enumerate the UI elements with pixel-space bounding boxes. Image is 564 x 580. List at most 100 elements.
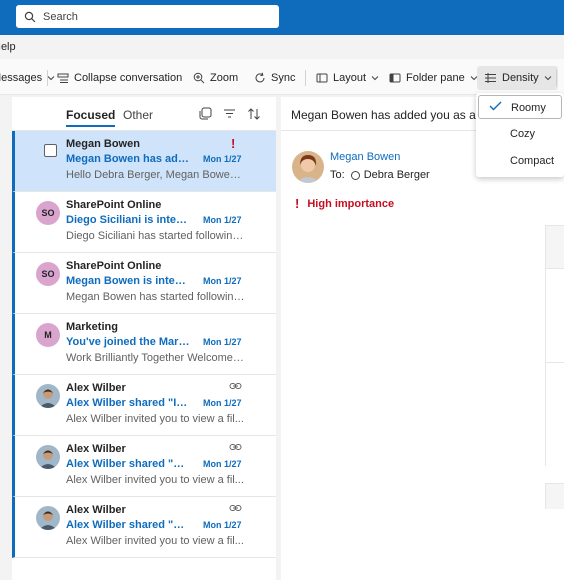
message-subject: Diego Siciliani is interested in you — [66, 214, 190, 226]
density-option-roomy[interactable]: Roomy — [478, 95, 562, 119]
search-box[interactable]: Search — [16, 5, 279, 28]
message-date: Mon 1/27 — [203, 276, 242, 286]
layout-button[interactable]: Layout — [316, 68, 379, 88]
density-menu: Roomy Cozy Compact — [476, 93, 564, 177]
density-label: Density — [502, 72, 539, 84]
layout-icon — [316, 73, 328, 83]
messages-label: Messages — [0, 72, 43, 84]
avatar: SO — [36, 262, 60, 286]
filter-icon[interactable] — [223, 107, 236, 120]
link-icon — [229, 505, 242, 511]
sort-icon[interactable] — [247, 107, 261, 121]
sync-button[interactable]: Sync — [254, 68, 295, 88]
select-icon[interactable] — [199, 107, 212, 120]
avatar — [36, 445, 60, 469]
message-item[interactable]: Alex Wilber Alex Wilber shared "Ad Budge… — [12, 497, 276, 558]
sync-label: Sync — [271, 72, 296, 84]
avatar — [36, 384, 60, 408]
message-sender: Marketing — [66, 321, 118, 333]
recipient-name[interactable]: Debra Berger — [364, 169, 430, 181]
avatar: M — [36, 323, 60, 347]
chevron-down-icon — [371, 76, 379, 81]
checkmark-icon — [489, 101, 502, 111]
message-checkbox[interactable] — [44, 144, 57, 157]
avatar: SO — [36, 201, 60, 225]
message-sender: Alex Wilber — [66, 504, 126, 516]
message-preview: Hello Debra Berger, Megan Bowen i... — [66, 169, 246, 181]
message-date: Mon 1/27 — [203, 215, 242, 225]
message-date: Mon 1/27 — [203, 337, 242, 347]
collapse-icon — [57, 73, 69, 83]
folder-pane-button[interactable]: Folder pane — [389, 68, 478, 88]
importance-label: High importance — [307, 197, 395, 210]
sender-avatar[interactable] — [292, 151, 324, 183]
zoom-label: Zoom — [210, 72, 239, 84]
message-subject: Megan Bowen has added you as a member — [66, 153, 190, 165]
high-importance-icon: ! — [231, 136, 236, 151]
message-preview: Alex Wilber invited you to view a fil... — [66, 413, 244, 425]
message-item[interactable]: Alex Wilber Alex Wilber shared "Incident… — [12, 375, 276, 436]
message-sender: Alex Wilber — [66, 443, 126, 455]
tab-focused[interactable]: Focused — [66, 108, 116, 127]
ribbon-divider — [305, 70, 306, 86]
message-subject: You've joined the Marketing group — [66, 336, 190, 348]
density-option-cozy[interactable]: Cozy — [478, 122, 562, 146]
avatar — [36, 506, 60, 530]
density-option-label: Cozy — [510, 128, 536, 140]
folder-pane-label: Folder pane — [406, 72, 465, 84]
ribbon-divider — [47, 70, 48, 86]
top-bar: Search — [0, 0, 564, 35]
message-subject: Alex Wilber shared "Incident" — [66, 397, 190, 409]
sync-icon — [255, 72, 265, 83]
importance-banner: ! High importance — [295, 196, 394, 211]
message-item[interactable]: SO SharePoint Online Megan Bowen is inte… — [12, 253, 276, 314]
message-sender: Megan Bowen — [66, 138, 140, 150]
message-list-pane: Focused Other Megan Bowen ! Megan Bowen … — [12, 97, 276, 580]
tab-other[interactable]: Other — [123, 108, 153, 122]
message-subject: Megan Bowen is interested in you — [66, 275, 190, 287]
side-strip — [545, 225, 564, 268]
message-preview: Alex Wilber invited you to view a fil... — [66, 535, 244, 547]
link-icon — [229, 444, 242, 450]
side-strip — [545, 268, 564, 362]
message-sender: Alex Wilber — [66, 382, 126, 394]
message-subject: Alex Wilber shared "Ad Budget" — [66, 519, 190, 531]
ribbon-divider — [556, 70, 557, 86]
message-card: Megan Bowen To: Debra Berger ! High impo… — [281, 137, 564, 580]
message-date: Mon 1/27 — [203, 459, 242, 469]
message-item[interactable]: SO SharePoint Online Diego Siciliani is … — [12, 192, 276, 253]
side-strip — [545, 362, 564, 466]
message-date: Mon 1/27 — [203, 398, 242, 408]
message-subject: Alex Wilber shared "Ad Campaign" — [66, 458, 190, 470]
message-date: Mon 1/27 — [203, 154, 242, 164]
message-sender: SharePoint Online — [66, 260, 162, 272]
density-icon — [485, 73, 496, 83]
zoom-icon — [193, 72, 205, 84]
message-item[interactable]: M Marketing You've joined the Marketing … — [12, 314, 276, 375]
density-option-label: Compact — [510, 155, 555, 167]
chevron-down-icon — [544, 76, 552, 81]
collapse-label: Collapse conversation — [74, 72, 183, 84]
high-importance-icon: ! — [295, 196, 300, 211]
search-icon — [24, 11, 36, 22]
menu-bar: Help — [0, 35, 564, 59]
menu-help[interactable]: Help — [0, 41, 16, 53]
presence-icon — [350, 170, 360, 180]
layout-label: Layout — [333, 72, 367, 84]
search-placeholder: Search — [43, 10, 78, 23]
collapse-conversation-button[interactable]: Collapse conversation — [57, 68, 182, 88]
message-item[interactable]: Alex Wilber Alex Wilber shared "Ad Campa… — [12, 436, 276, 497]
message-preview: Alex Wilber invited you to view a fil... — [66, 474, 244, 486]
reading-recipients: To: Debra Berger — [330, 169, 430, 181]
to-label: To: — [330, 169, 345, 181]
message-preview: Megan Bowen has started following... — [66, 291, 246, 303]
message-date: Mon 1/27 — [203, 520, 242, 530]
zoom-button[interactable]: Zoom — [193, 68, 238, 88]
density-option-compact[interactable]: Compact — [478, 149, 562, 173]
reading-sender[interactable]: Megan Bowen — [330, 151, 400, 163]
message-item[interactable]: Megan Bowen ! Megan Bowen has added you … — [12, 131, 276, 192]
list-header: Focused Other — [12, 97, 276, 131]
folder-pane-icon — [389, 73, 401, 83]
message-preview: Diego Siciliani has started following ..… — [66, 230, 246, 242]
density-button[interactable]: Density — [477, 66, 558, 90]
